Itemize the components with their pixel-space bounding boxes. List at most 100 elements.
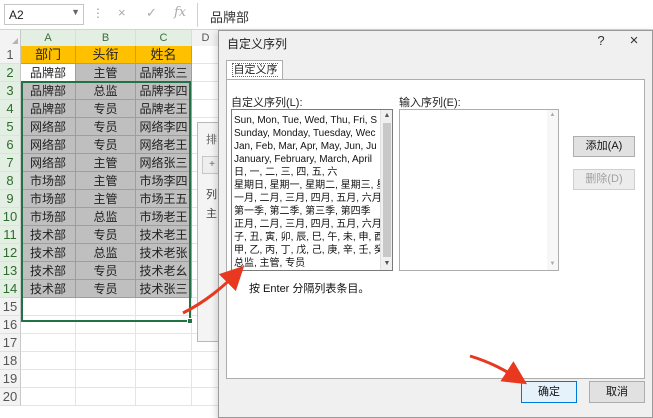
table-cell[interactable]: 总监	[76, 82, 136, 100]
empty-cell[interactable]	[192, 46, 220, 64]
row-header[interactable]: 8	[0, 172, 21, 190]
empty-cell[interactable]	[76, 334, 136, 352]
row-header[interactable]: 6	[0, 136, 21, 154]
select-all-corner[interactable]	[0, 30, 21, 46]
formula-input[interactable]: 品牌部	[210, 7, 249, 26]
column-header-c[interactable]: C	[136, 30, 192, 46]
empty-cell[interactable]	[136, 370, 192, 388]
scroll-down-icon[interactable]: ▼	[547, 259, 558, 270]
custom-lists-listbox[interactable]: Sun, Mon, Tue, Wed, Thu, Fri, S Sunday, M…	[231, 109, 393, 271]
scroll-thumb[interactable]	[383, 123, 391, 257]
list-item[interactable]: 星期日, 星期一, 星期二, 星期三, 星	[234, 179, 382, 193]
active-cell[interactable]: 品牌部	[21, 64, 76, 82]
cancel-icon[interactable]: ×	[118, 5, 126, 20]
list-item[interactable]: 子, 丑, 寅, 卯, 辰, 巳, 午, 未, 申, 酉	[234, 231, 382, 245]
help-icon[interactable]: ?	[591, 33, 611, 51]
table-cell[interactable]: 技术部	[21, 244, 76, 262]
add-button[interactable]: 添加(A)	[573, 136, 635, 157]
table-cell[interactable]: 主管	[76, 64, 136, 82]
table-cell[interactable]: 技术部	[21, 262, 76, 280]
column-header-b[interactable]: B	[76, 30, 136, 46]
tab-custom-lists[interactable]: 自定义序列	[226, 60, 283, 95]
empty-cell[interactable]	[76, 388, 136, 406]
header-cell[interactable]: 姓名	[136, 46, 192, 64]
empty-cell[interactable]	[192, 64, 220, 82]
row-header[interactable]: 15	[0, 298, 21, 316]
table-cell[interactable]: 市场王五	[136, 190, 192, 208]
row-header[interactable]: 14	[0, 280, 21, 298]
scroll-up-icon[interactable]: ▲	[547, 110, 558, 121]
table-cell[interactable]: 主管	[76, 172, 136, 190]
header-cell[interactable]: 部门	[21, 46, 76, 64]
empty-cell[interactable]	[136, 352, 192, 370]
table-cell[interactable]: 品牌部	[21, 100, 76, 118]
row-header[interactable]: 11	[0, 226, 21, 244]
header-cell[interactable]: 头衔	[76, 46, 136, 64]
column-header-d[interactable]: D	[192, 30, 220, 46]
empty-cell[interactable]	[21, 352, 76, 370]
empty-cell[interactable]	[136, 388, 192, 406]
row-header[interactable]: 13	[0, 262, 21, 280]
entries-scrollbar[interactable]: ▲ ▼	[547, 110, 558, 270]
table-cell[interactable]: 专员	[76, 226, 136, 244]
table-cell[interactable]: 技术部	[21, 280, 76, 298]
table-cell[interactable]: 品牌部	[21, 82, 76, 100]
chevron-down-icon[interactable]: ▼	[71, 7, 80, 17]
row-header[interactable]: 2	[0, 64, 21, 82]
table-cell[interactable]: 总监	[76, 244, 136, 262]
empty-cell[interactable]	[192, 388, 220, 406]
empty-cell[interactable]	[76, 298, 136, 316]
confirm-icon[interactable]: ✓	[146, 5, 157, 21]
empty-cell[interactable]	[192, 352, 220, 370]
scrollbar[interactable]: ▲ ▼	[380, 110, 392, 270]
table-cell[interactable]: 技术老幺	[136, 262, 192, 280]
row-header[interactable]: 20	[0, 388, 21, 406]
empty-cell[interactable]	[192, 100, 220, 118]
close-icon[interactable]: ×	[623, 32, 645, 52]
list-item[interactable]: Jan, Feb, Mar, Apr, May, Jun, Ju	[234, 140, 382, 154]
list-item[interactable]: 日, 一, 二, 三, 四, 五, 六	[234, 166, 382, 180]
table-cell[interactable]: 专员	[76, 262, 136, 280]
empty-cell[interactable]	[21, 334, 76, 352]
list-item[interactable]: 总监, 主管, 专员	[234, 257, 382, 270]
name-box[interactable]: A2 ▼	[4, 4, 84, 25]
table-cell[interactable]: 网络张三	[136, 154, 192, 172]
table-cell[interactable]: 专员	[76, 136, 136, 154]
row-header[interactable]: 19	[0, 370, 21, 388]
list-item[interactable]: January, February, March, April	[234, 153, 382, 167]
cancel-button[interactable]: 取消	[589, 381, 645, 403]
empty-cell[interactable]	[76, 352, 136, 370]
empty-cell[interactable]	[136, 298, 192, 316]
row-header[interactable]: 12	[0, 244, 21, 262]
list-item[interactable]: 甲, 乙, 丙, 丁, 戊, 己, 庚, 辛, 壬, 癸	[234, 244, 382, 258]
table-cell[interactable]: 品牌老王	[136, 100, 192, 118]
table-cell[interactable]: 技术老王	[136, 226, 192, 244]
table-cell[interactable]: 网络老王	[136, 136, 192, 154]
list-item[interactable]: Sunday, Monday, Tuesday, Wec	[234, 127, 382, 141]
empty-cell[interactable]	[192, 82, 220, 100]
row-header[interactable]: 10	[0, 208, 21, 226]
table-cell[interactable]: 市场李四	[136, 172, 192, 190]
row-header[interactable]: 9	[0, 190, 21, 208]
table-cell[interactable]: 市场部	[21, 190, 76, 208]
row-header[interactable]: 17	[0, 334, 21, 352]
table-cell[interactable]: 网络李四	[136, 118, 192, 136]
row-header[interactable]: 1	[0, 46, 21, 64]
empty-cell[interactable]	[76, 370, 136, 388]
empty-cell[interactable]	[76, 316, 136, 334]
table-cell[interactable]: 市场部	[21, 172, 76, 190]
table-cell[interactable]: 专员	[76, 100, 136, 118]
table-cell[interactable]: 总监	[76, 208, 136, 226]
row-header[interactable]: 18	[0, 352, 21, 370]
table-cell[interactable]: 技术部	[21, 226, 76, 244]
table-cell[interactable]: 技术老张	[136, 244, 192, 262]
fill-handle[interactable]	[187, 318, 193, 324]
ok-button[interactable]: 确定	[521, 381, 577, 403]
list-item[interactable]: 正月, 二月, 三月, 四月, 五月, 六月,	[234, 218, 382, 232]
row-header[interactable]: 4	[0, 100, 21, 118]
table-cell[interactable]: 品牌李四	[136, 82, 192, 100]
function-icon[interactable]: fx	[174, 5, 186, 20]
spreadsheet-grid[interactable]: A B C D 1 2 3 4 5 6 7 8 9 10 11 12 13 14 15 16 17 18 19 20 …	[0, 30, 220, 418]
scroll-up-icon[interactable]: ▲	[381, 110, 392, 122]
empty-cell[interactable]	[136, 316, 192, 334]
